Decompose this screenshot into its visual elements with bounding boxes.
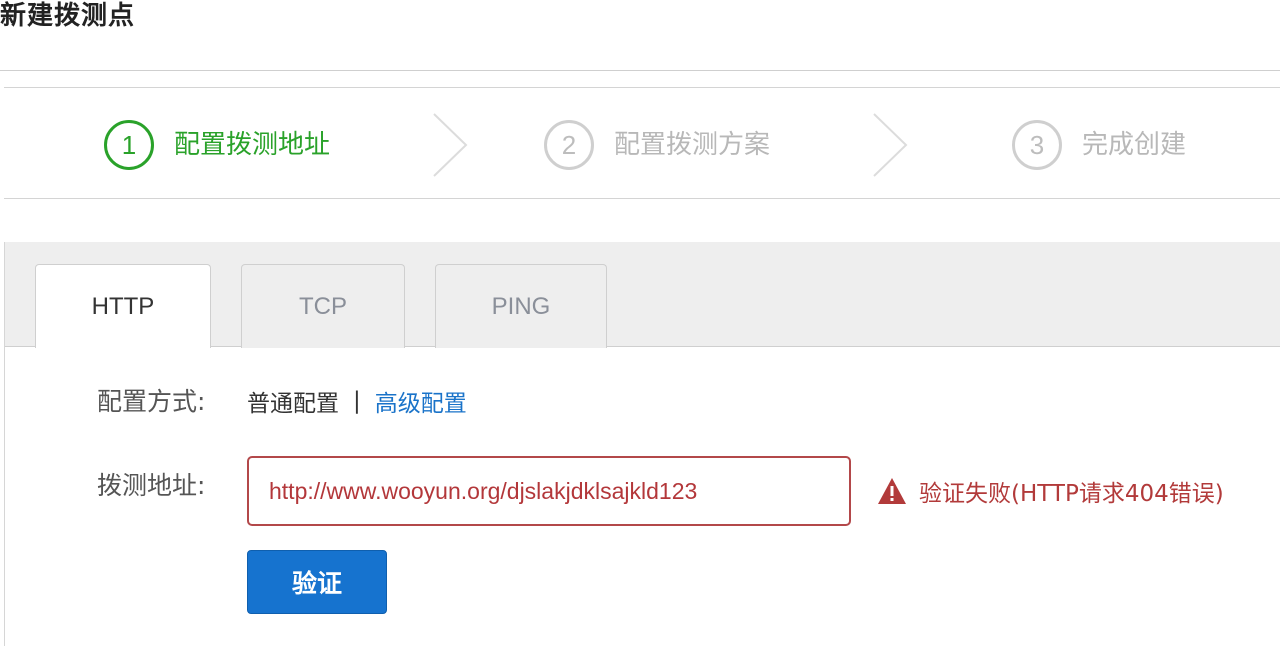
step-1-label: 配置拨测地址 bbox=[174, 130, 331, 160]
step-1-number: 1 bbox=[104, 120, 154, 170]
tab-ping[interactable]: PING bbox=[435, 264, 607, 348]
step-2: 2 配置拨测方案 bbox=[544, 120, 770, 170]
title-divider bbox=[0, 70, 1280, 71]
verify-button[interactable]: 验证 bbox=[247, 550, 387, 614]
tab-http[interactable]: HTTP bbox=[35, 264, 211, 348]
protocol-panel: HTTP TCP PING 配置方式: 普通配置 | 高级配置 拨测地址: 验证… bbox=[4, 242, 1280, 646]
step-1: 1 配置拨测地址 bbox=[104, 120, 330, 170]
tab-bar: HTTP TCP PING bbox=[5, 242, 1280, 348]
url-input[interactable] bbox=[247, 456, 851, 526]
step-2-number: 2 bbox=[544, 120, 594, 170]
chevron-right-icon bbox=[873, 113, 908, 177]
validation-error-text: 验证失败(HTTP请求404错误) bbox=[919, 481, 1224, 507]
url-label: 拨测地址: bbox=[97, 471, 206, 500]
validation-error: 验证失败(HTTP请求404错误) bbox=[877, 474, 1224, 508]
warning-triangle-icon bbox=[878, 478, 906, 504]
config-mode-separator: | bbox=[353, 388, 361, 414]
chevron-right-icon bbox=[433, 113, 468, 177]
tab-tcp[interactable]: TCP bbox=[241, 264, 405, 348]
step-3-number: 3 bbox=[1012, 120, 1062, 170]
page-title: 新建拨测点 bbox=[0, 1, 136, 31]
config-mode-normal: 普通配置 bbox=[247, 391, 339, 417]
step-indicator: 1 配置拨测地址 2 配置拨测方案 3 完成创建 bbox=[4, 87, 1280, 199]
step-2-label: 配置拨测方案 bbox=[614, 130, 771, 160]
advanced-config-link[interactable]: 高级配置 bbox=[375, 384, 467, 418]
config-mode-label: 配置方式: bbox=[97, 387, 206, 416]
step-3-label: 完成创建 bbox=[1082, 130, 1187, 160]
config-mode-options: 普通配置 | 高级配置 bbox=[247, 384, 467, 418]
step-3: 3 完成创建 bbox=[1012, 120, 1186, 170]
